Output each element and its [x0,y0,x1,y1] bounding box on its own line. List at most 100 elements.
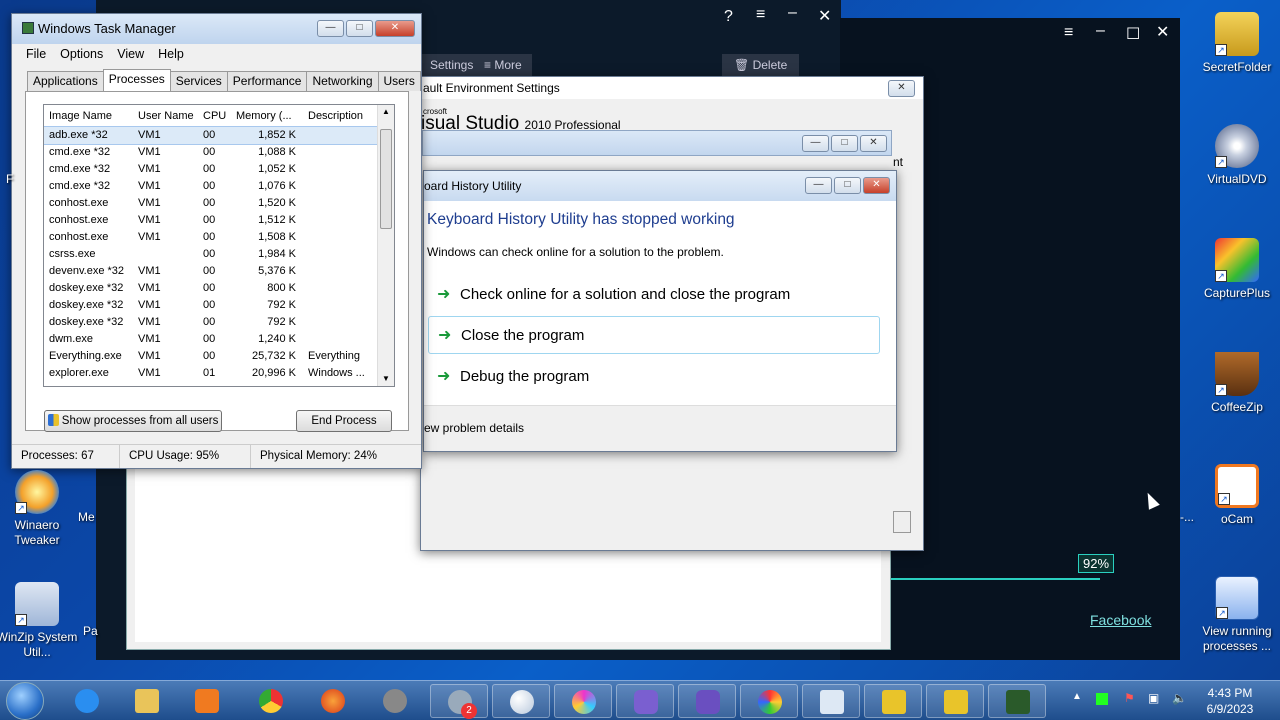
minimize-icon-2[interactable]: – [788,4,797,22]
menu-icon[interactable]: ≡ [1064,24,1073,42]
menu-icon-2[interactable]: ≡ [756,6,765,24]
view-details-link[interactable]: ew problem details [424,421,524,435]
scroll-up-icon[interactable]: ▲ [378,105,394,119]
tray-clock[interactable]: 4:43 PM 6/9/2023 [1200,685,1260,717]
tm-close-button[interactable]: ✕ [375,20,415,37]
scroll-down-icon[interactable]: ▼ [378,372,394,386]
scroll-thumb[interactable] [380,129,392,229]
start-button[interactable] [6,682,44,720]
taskbar-check2[interactable] [926,684,984,718]
table-row[interactable]: adb.exe *32 VM1 00 1,852 K [44,126,394,145]
table-row[interactable]: cmd.exe *32 VM1 00 1,052 K [44,161,394,178]
status-memory: Physical Memory: 24% [260,450,377,462]
tab-networking[interactable]: Networking [306,71,379,91]
vs-button-partial[interactable] [893,511,911,533]
close-icon[interactable]: ✕ [1156,22,1169,42]
table-row[interactable]: Everything.exe VM1 00 25,732 K Everything [44,348,394,365]
tab-users[interactable]: Users [377,71,421,91]
taskbar-vs1[interactable] [616,684,674,718]
taskbar-media[interactable] [178,684,236,718]
desktop-icon-label: Winaero Tweaker [14,518,60,547]
col-user-name[interactable]: User Name [133,105,198,126]
table-row[interactable]: doskey.exe *32 VM1 00 792 K [44,314,394,331]
help-icon[interactable]: ? [724,8,733,26]
tm-minimize-button[interactable]: — [317,20,344,37]
table-row[interactable]: devenv.exe *32 VM1 00 5,376 K [44,263,394,280]
col-memory[interactable]: Memory (... [231,105,300,126]
table-row[interactable]: doskey.exe *32 VM1 00 800 K [44,280,394,297]
maximize-icon[interactable]: ☐ [1126,24,1140,44]
table-row[interactable]: csrss.exe 00 1,984 K [44,246,394,263]
desktop-icon-view-processes[interactable]: ↗ View running processes ... [1194,576,1280,654]
taskbar-hexagon[interactable] [740,684,798,718]
taskbar-raccoon[interactable] [366,684,424,718]
table-row[interactable]: conhost.exe VM1 00 1,512 K [44,212,394,229]
more-tab[interactable]: ≡ More [474,54,532,76]
error-close-button[interactable]: ✕ [863,177,890,194]
vs-close-button[interactable]: ✕ [888,80,915,97]
tray-flag-icon[interactable]: ⚑ [1124,691,1135,705]
desktop-icon-virtualdvd[interactable]: ↗ VirtualDVD [1194,124,1280,187]
desktop-icon-secretfolder[interactable]: ↗ SecretFolder [1194,12,1280,75]
close-program-option[interactable]: ➜ Close the program [428,316,880,354]
debug-program-option[interactable]: ➜ Debug the program [428,358,880,396]
taskbar-explorer[interactable] [118,684,176,718]
col-image-name[interactable]: Image Name [44,105,133,126]
table-row[interactable]: doskey.exe *32 VM1 00 792 K [44,297,394,314]
show-all-processes-button[interactable]: Show processes from all users [44,410,222,432]
taskbar-note[interactable] [802,684,860,718]
error-maximize-button[interactable]: □ [834,177,861,194]
menu-view[interactable]: View [117,44,144,64]
taskbar-ie[interactable] [58,684,116,718]
cell-memory: 792 K [267,299,296,311]
delete-button[interactable]: 🗑 Delete [722,54,800,76]
middle-maximize-button[interactable]: □ [831,135,858,152]
menu-help[interactable]: Help [158,44,184,64]
taskbar-vs2[interactable] [678,684,736,718]
middle-close-button[interactable]: ✕ [860,135,887,152]
cell-description [300,246,380,263]
table-row[interactable]: cmd.exe *32 VM1 00 1,076 K [44,178,394,195]
desktop-icon-winzip[interactable]: ↗ WinZip System Util... [0,582,80,660]
desktop-icon-captureplus[interactable]: ↗ CapturePlus [1194,238,1280,301]
table-row[interactable]: explorer.exe VM1 01 20,996 K Windows ... [44,365,394,382]
tray-expand-icon[interactable]: ▲ [1072,691,1082,702]
desktop-icon-coffeezip[interactable]: ↗ CoffeeZip [1194,352,1280,415]
tab-services[interactable]: Services [169,71,228,91]
tray-volume-icon[interactable]: 🔈 [1172,691,1187,705]
table-row[interactable]: cmd.exe *32 VM1 00 1,088 K [44,144,394,161]
tab-processes[interactable]: Processes [102,69,171,91]
tray-green-icon[interactable] [1096,693,1108,705]
table-row[interactable]: conhost.exe VM1 00 1,520 K [44,195,394,212]
taskbar-orb[interactable] [492,684,550,718]
tray-network-icon[interactable]: ▣ [1148,691,1159,705]
desktop-icon-ocam[interactable]: ↗ oCam [1194,464,1280,527]
col-cpu[interactable]: CPU [198,105,231,126]
tab-applications[interactable]: Applications [27,71,104,91]
taskbar-tools[interactable]: 2 [430,684,488,719]
taskbar-chrome[interactable] [242,684,300,718]
minimize-icon[interactable]: – [1096,22,1105,40]
close-icon-2[interactable]: ✕ [818,6,831,26]
dvd-icon: ↗ [1215,124,1259,168]
taskbar-check1[interactable] [864,684,922,718]
desktop-icon-label: VirtualDVD [1207,172,1267,186]
tm-maximize-button[interactable]: □ [346,20,373,37]
taskbar-firefox[interactable] [304,684,362,718]
table-row[interactable]: conhost.exe VM1 00 1,508 K [44,229,394,246]
end-process-button[interactable]: End Process [296,410,392,432]
menu-options[interactable]: Options [60,44,103,64]
middle-minimize-button[interactable]: — [802,135,829,152]
taskbar-aperture[interactable] [554,684,612,718]
col-description[interactable]: Description [300,105,380,126]
tab-performance[interactable]: Performance [226,71,308,91]
check-online-option[interactable]: ➜ Check online for a solution and close t… [428,276,880,314]
taskbar-taskmgr[interactable] [988,684,1046,718]
settings-tab[interactable]: Settings [422,54,482,76]
desktop-icon-winaero[interactable]: ↗ Winaero Tweaker [0,470,80,548]
process-list-scrollbar[interactable]: ▲ ▼ [377,105,394,386]
table-row[interactable]: dwm.exe VM1 00 1,240 K [44,331,394,348]
error-minimize-button[interactable]: — [805,177,832,194]
menu-file[interactable]: File [26,44,46,64]
facebook-link[interactable]: Facebook [1090,612,1151,628]
